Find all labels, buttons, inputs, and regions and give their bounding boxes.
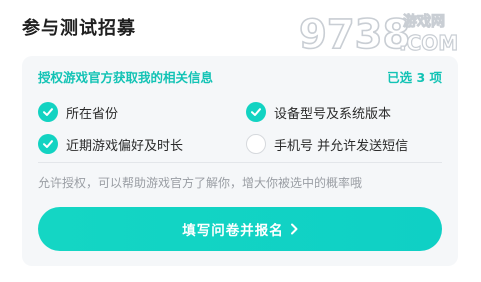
divider	[38, 162, 442, 163]
option-label: 设备型号及系统版本	[274, 106, 392, 122]
authorization-hint: 允许授权，可以帮助游戏官方了解你，增大你被选中的概率哦	[38, 176, 363, 190]
option-phone-sms[interactable]: 手机号 并允许发送短信	[246, 134, 408, 154]
option-province[interactable]: 所在省份	[38, 102, 118, 122]
authorization-label: 授权游戏官方获取我的相关信息	[38, 69, 214, 85]
authorization-card: 授权游戏官方获取我的相关信息 已选 3 项 所在省份 设备型号及系统版本 近期游…	[22, 56, 458, 266]
option-label: 所在省份	[66, 106, 119, 122]
fill-survey-signup-button[interactable]: 填写问卷并报名	[38, 207, 442, 251]
unchecked-icon[interactable]	[246, 134, 266, 154]
option-label: 近期游戏偏好及时长	[66, 138, 184, 154]
checked-icon[interactable]	[246, 102, 266, 122]
cta-label: 填写问卷并报名	[182, 223, 284, 239]
checked-icon[interactable]	[38, 134, 58, 154]
page-title: 参与测试招募	[22, 18, 136, 39]
watermark-digits: 9738	[299, 12, 410, 58]
chevron-right-icon	[290, 223, 298, 235]
option-label: 手机号 并允许发送短信	[274, 138, 409, 154]
recruitment-page: 参与测试招募 9738 游戏网 .COM 授权游戏官方获取我的相关信息 已选 3…	[0, 0, 481, 282]
card-header: 授权游戏官方获取我的相关信息 已选 3 项	[38, 66, 442, 86]
option-game-preference[interactable]: 近期游戏偏好及时长	[38, 134, 183, 154]
site-watermark-logo: 9738 游戏网 .COM	[298, 11, 459, 59]
option-device-model[interactable]: 设备型号及系统版本	[246, 102, 391, 122]
selected-count: 已选 3 项	[387, 69, 442, 85]
checked-icon[interactable]	[38, 102, 58, 122]
watermark-text-top: 游戏网	[403, 13, 445, 30]
watermark-text-bottom: .COM	[399, 31, 458, 55]
